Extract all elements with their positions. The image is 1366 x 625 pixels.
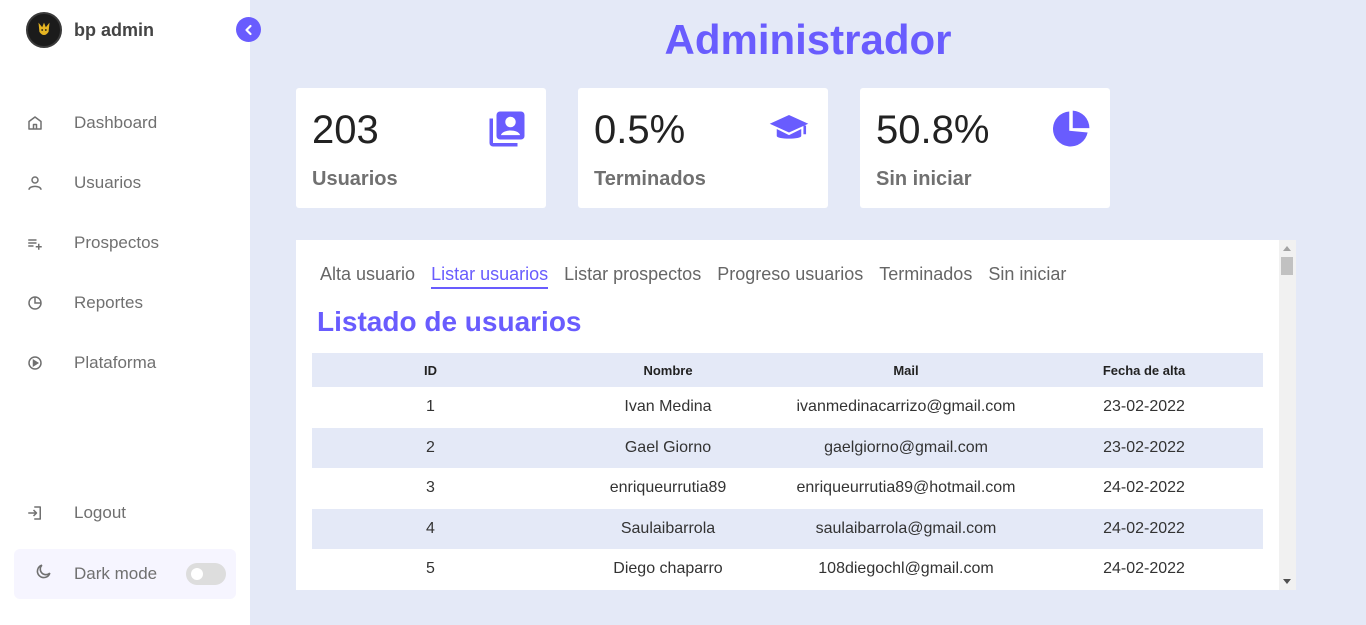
pie-chart-icon — [1052, 110, 1090, 147]
cell-mail: ivanmedinacarrizo@gmail.com — [796, 398, 1016, 416]
column-header-fecha: Fecha de alta — [1025, 353, 1263, 387]
cell-nombre: Diego chaparro — [613, 560, 723, 578]
tab-sin-iniciar[interactable]: Sin iniciar — [988, 264, 1066, 289]
stat-value: 0.5% — [594, 108, 686, 152]
cell-fecha: 23-02-2022 — [1025, 427, 1263, 468]
cell-fecha: 24-02-2022 — [1103, 560, 1185, 578]
table-row: 2 Gael Giorno gaelgiorno@gmail.com 23-02… — [312, 427, 1263, 468]
tab-progreso-usuarios[interactable]: Progreso usuarios — [717, 264, 863, 289]
table-row: 3 enriqueurrutia89 enriqueurrutia89@hotm… — [312, 468, 1263, 509]
user-list-icon — [489, 111, 525, 147]
sidebar-item-label: Usuarios — [74, 173, 142, 192]
sidebar-item-label: Plataforma — [74, 353, 157, 372]
play-circle-icon — [26, 354, 62, 372]
stat-card-terminados: 0.5% Terminados — [578, 88, 828, 208]
cell-nombre: Saulaibarrola — [549, 508, 787, 549]
pie-chart-icon — [26, 294, 62, 312]
scrollbar-thumb[interactable] — [1281, 257, 1293, 275]
stat-label: Sin iniciar — [876, 168, 972, 190]
stat-card-sin-iniciar: 50.8% Sin iniciar — [860, 88, 1110, 208]
column-header-nombre: Nombre — [549, 353, 787, 387]
user-icon — [26, 174, 62, 192]
stat-label: Usuarios — [312, 168, 398, 190]
cell-mail: gaelgiorno@gmail.com — [787, 427, 1025, 468]
dark-mode-row: Dark mode — [14, 549, 236, 599]
panel-title: Listado de usuarios — [317, 306, 582, 337]
cell-nombre: Ivan Medina — [624, 398, 712, 416]
chevron-left-icon — [244, 24, 252, 35]
sidebar-item-plataforma[interactable]: Plataforma — [26, 343, 236, 383]
column-header-id: ID — [312, 353, 549, 387]
tab-listar-usuarios[interactable]: Listar usuarios — [431, 264, 549, 289]
users-table: ID Nombre Mail Fecha de alta 1 Ivan Medi… — [312, 353, 1263, 590]
sidebar-item-dashboard[interactable]: Dashboard — [26, 103, 236, 143]
sidebar-item-reportes[interactable]: Reportes — [26, 283, 236, 323]
cell-id: 2 — [312, 427, 549, 468]
sidebar: bp admin Dashboard Usuarios Prospectos R… — [0, 0, 250, 625]
cell-id: 3 — [426, 479, 435, 497]
tab-listar-prospectos[interactable]: Listar prospectos — [564, 264, 701, 289]
cell-mail: enriqueurrutia89@hotmail.com — [796, 479, 1016, 497]
logout-icon — [26, 504, 62, 522]
panel-scrollbar[interactable] — [1279, 240, 1296, 590]
users-panel: Alta usuario Listar usuarios Listar pros… — [296, 240, 1296, 590]
logo-icon — [26, 12, 62, 48]
stat-card-usuarios: 203 Usuarios — [296, 88, 546, 208]
table-row: 1 Ivan Medina ivanmedinacarrizo@gmail.co… — [312, 387, 1263, 428]
table-row: 5 Diego chaparro 108diegochl@gmail.com 2… — [312, 549, 1263, 590]
moon-icon — [34, 562, 53, 586]
cell-fecha: 23-02-2022 — [1103, 398, 1185, 416]
tab-alta-usuario[interactable]: Alta usuario — [320, 264, 415, 289]
cell-fecha: 24-02-2022 — [1025, 508, 1263, 549]
cell-mail: 108diegochl@gmail.com — [818, 560, 994, 578]
tab-terminados[interactable]: Terminados — [879, 264, 972, 289]
cell-id: 1 — [426, 398, 435, 416]
table-row: 4 Saulaibarrola saulaibarrola@gmail.com … — [312, 508, 1263, 549]
table-header-row: ID Nombre Mail Fecha de alta — [312, 353, 1263, 387]
cell-mail: saulaibarrola@gmail.com — [787, 508, 1025, 549]
dark-mode-label: Dark mode — [74, 564, 158, 583]
dark-mode-toggle[interactable] — [186, 563, 226, 585]
logout-button[interactable]: Logout — [26, 493, 236, 533]
column-header-mail: Mail — [787, 353, 1025, 387]
home-icon — [26, 114, 62, 132]
cell-id: 5 — [426, 560, 435, 578]
tab-bar: Alta usuario Listar usuarios Listar pros… — [320, 264, 1082, 289]
brand-name: bp admin — [74, 19, 154, 40]
sidebar-item-label: Prospectos — [74, 233, 160, 252]
page-title: Administrador — [664, 16, 952, 63]
logout-label: Logout — [74, 503, 126, 522]
sidebar-item-label: Dashboard — [74, 113, 158, 132]
sidebar-item-prospectos[interactable]: Prospectos — [26, 223, 236, 263]
sidebar-item-usuarios[interactable]: Usuarios — [26, 163, 236, 203]
cell-nombre: enriqueurrutia89 — [609, 479, 727, 497]
sidebar-item-label: Reportes — [74, 293, 143, 312]
cell-id: 4 — [312, 508, 549, 549]
stat-label: Terminados — [594, 168, 706, 190]
scroll-up-arrow-icon[interactable] — [1283, 246, 1291, 251]
collapse-sidebar-button[interactable] — [236, 17, 261, 42]
cell-nombre: Gael Giorno — [549, 427, 787, 468]
playlist-add-icon — [26, 234, 62, 252]
graduation-cap-icon — [769, 115, 809, 139]
brand[interactable]: bp admin — [26, 12, 154, 48]
stat-value: 50.8% — [876, 108, 990, 152]
cell-fecha: 24-02-2022 — [1103, 479, 1185, 497]
scroll-down-arrow-icon[interactable] — [1283, 579, 1291, 584]
stat-value: 203 — [312, 108, 379, 152]
toggle-knob — [191, 568, 203, 580]
